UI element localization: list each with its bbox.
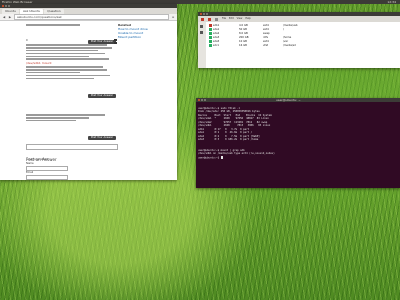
- fm-menu-file[interactable]: File: [222, 17, 226, 21]
- term-maximize-icon[interactable]: [204, 99, 206, 101]
- sidebar-link-3[interactable]: Mount partition: [118, 35, 170, 39]
- back-icon[interactable]: ◀: [2, 15, 6, 19]
- fm-row[interactable]: sdc1 16 GB vfat /media/sd: [209, 44, 397, 48]
- post-answer-button[interactable]: Post Your Answer: [87, 93, 116, 98]
- second-answer-button[interactable]: Post Your Answer: [87, 135, 116, 140]
- fm-maximize-icon[interactable]: [206, 13, 208, 15]
- fm-content: sdb1 4.0 GB ext4 /media/usb sda1 50 GB e…: [198, 22, 400, 68]
- partition-green-icon: [209, 32, 212, 35]
- fm-menu-view[interactable]: View: [237, 17, 243, 21]
- votes-count: 0: [26, 39, 28, 42]
- partition-green-icon: [209, 40, 212, 43]
- close-icon[interactable]: [2, 5, 4, 7]
- minimize-icon[interactable]: [5, 5, 7, 7]
- menu-icon[interactable]: ≡: [171, 15, 175, 19]
- terminal-prompt: user@ubuntu:~$: [198, 156, 221, 159]
- page-content: Related How to mount drive Unable to mou…: [0, 21, 177, 180]
- url-bar[interactable]: askubuntu.com/questions/ask: [14, 14, 169, 20]
- answer-form: Post an Answer Name Email: [26, 157, 116, 180]
- terminal-window: user@ubuntu: ~ user@ubuntu:~$ sudo fdisk…: [196, 98, 400, 188]
- comment-box[interactable]: add a comment: [26, 144, 118, 161]
- terminal-prompt-line: user@ubuntu:~$: [198, 155, 398, 160]
- filemanager-titlebar: [198, 12, 400, 16]
- email-input[interactable]: [26, 175, 68, 180]
- filemanager-window: File Edit View Help sdb1 4.0 GB ext4 /me…: [198, 12, 400, 68]
- refresh-icon[interactable]: [215, 17, 218, 21]
- drive-icon[interactable]: [200, 25, 203, 28]
- partition-green-icon: [209, 28, 212, 31]
- fm-side: [198, 22, 206, 68]
- disk-icon[interactable]: [201, 17, 204, 21]
- maximize-icon[interactable]: [8, 5, 10, 7]
- browser-titlebar: [0, 4, 177, 8]
- downvote-icon[interactable]: [113, 42, 117, 44]
- highlight-text: /dev/sdb1 mount: [26, 61, 52, 66]
- fm-menu-help[interactable]: Help: [245, 17, 250, 21]
- partition-green-icon: [209, 44, 212, 47]
- sidebar: Related How to mount drive Unable to mou…: [118, 23, 170, 39]
- question-block: 0 /dev/sdb1 mount Post Your Answer: [26, 39, 116, 100]
- term-close-icon[interactable]: [198, 99, 200, 101]
- partition-icon[interactable]: [208, 17, 211, 21]
- terminal-title: user@ubuntu: ~: [276, 98, 301, 102]
- fm-minimize-icon[interactable]: [203, 13, 205, 15]
- answer-second: Post Your Answer: [26, 113, 116, 142]
- forward-icon[interactable]: ▶: [8, 15, 12, 19]
- navigation-bar: ◀ ▶ askubuntu.com/questions/ask ≡: [0, 14, 177, 21]
- terminal-output[interactable]: user@ubuntu:~$ sudo fdisk -l Disk /dev/sd…: [196, 102, 400, 188]
- upvote-icon[interactable]: [113, 39, 117, 41]
- cursor: [220, 155, 223, 159]
- fm-list: sdb1 4.0 GB ext4 /media/usb sda1 50 GB e…: [206, 22, 400, 68]
- fm-menu-edit[interactable]: Edit: [229, 17, 234, 21]
- browser-window: Ubuntu Ask Ubuntu Question ◀ ▶ askubuntu…: [0, 4, 177, 180]
- terminal-titlebar: user@ubuntu: ~: [196, 98, 400, 102]
- partition-red-icon: [209, 24, 212, 27]
- partition-green-icon: [209, 36, 212, 39]
- usb-icon[interactable]: [200, 31, 203, 34]
- vote-controls: [112, 39, 118, 44]
- term-minimize-icon[interactable]: [201, 99, 203, 101]
- clock[interactable]: 12:34: [387, 0, 396, 4]
- fm-close-icon[interactable]: [200, 13, 202, 15]
